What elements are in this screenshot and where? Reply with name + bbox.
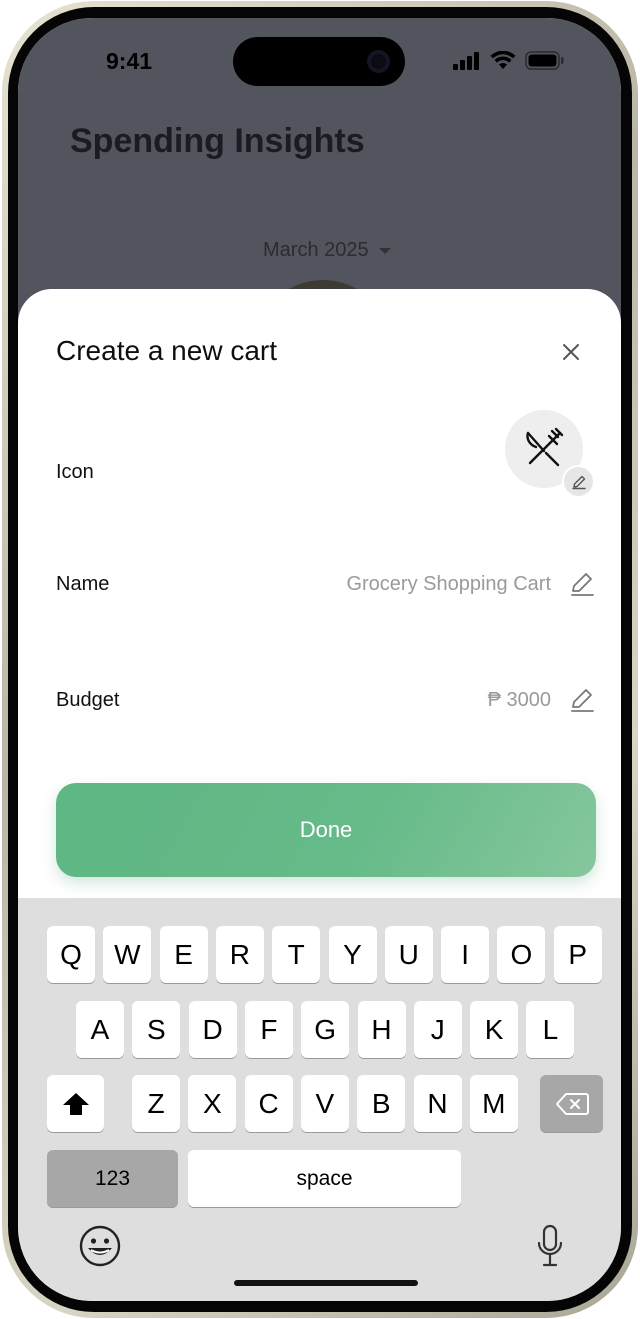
numbers-key[interactable]: 123 xyxy=(47,1150,178,1207)
close-icon xyxy=(563,344,579,360)
key-j[interactable]: J xyxy=(413,1001,462,1058)
shift-key[interactable] xyxy=(47,1075,104,1132)
backspace-key[interactable] xyxy=(540,1075,603,1132)
key-a[interactable]: A xyxy=(76,1001,124,1058)
key-o[interactable]: O xyxy=(497,926,546,983)
status-icons xyxy=(453,51,565,70)
pencil-icon xyxy=(571,475,586,489)
signal-icon xyxy=(453,51,479,70)
key-g[interactable]: G xyxy=(301,1001,350,1058)
budget-value[interactable]: ₱ 3000 xyxy=(488,689,551,712)
battery-icon xyxy=(525,51,564,70)
pencil-icon xyxy=(571,689,594,712)
key-r[interactable]: R xyxy=(215,926,264,983)
backspace-icon xyxy=(555,1092,589,1115)
key-e[interactable]: E xyxy=(159,926,208,983)
done-button[interactable]: Done xyxy=(56,783,596,877)
key-l[interactable]: L xyxy=(526,1001,575,1058)
microphone-icon[interactable] xyxy=(536,1224,564,1268)
fork-knife-icon xyxy=(526,427,564,467)
key-m[interactable]: M xyxy=(469,1075,518,1132)
chevron-down-icon xyxy=(378,247,391,254)
key-b[interactable]: B xyxy=(357,1075,406,1132)
key-n[interactable]: N xyxy=(413,1075,462,1132)
key-c[interactable]: C xyxy=(244,1075,293,1132)
screen: 9:41 Spending Insights March 2025 Create… xyxy=(18,18,621,1301)
camera-icon xyxy=(367,50,390,73)
key-d[interactable]: D xyxy=(188,1001,237,1058)
key-q[interactable]: Q xyxy=(47,926,95,983)
create-cart-sheet: Create a new cart Icon Name Grocery Shop… xyxy=(18,289,621,901)
emoji-icon[interactable] xyxy=(78,1224,122,1268)
key-z[interactable]: Z xyxy=(132,1075,180,1132)
budget-edit-button[interactable] xyxy=(568,686,596,714)
key-w[interactable]: W xyxy=(103,926,152,983)
key-v[interactable]: V xyxy=(300,1075,349,1132)
key-p[interactable]: P xyxy=(553,926,602,983)
dynamic-island xyxy=(233,37,405,86)
key-s[interactable]: S xyxy=(132,1001,181,1058)
key-i[interactable]: I xyxy=(441,926,490,983)
background-month-selector: March 2025 xyxy=(263,239,391,262)
shift-icon xyxy=(62,1092,89,1115)
name-label: Name xyxy=(56,573,110,595)
key-y[interactable]: Y xyxy=(328,926,377,983)
icon-edit-button[interactable] xyxy=(562,465,595,498)
space-key[interactable]: space xyxy=(188,1150,461,1207)
name-value[interactable]: Grocery Shopping Cart xyxy=(346,573,551,596)
status-time: 9:41 xyxy=(106,48,153,74)
key-f[interactable]: F xyxy=(244,1001,293,1058)
key-x[interactable]: X xyxy=(188,1075,237,1132)
key-k[interactable]: K xyxy=(470,1001,519,1058)
background-page-title: Spending Insights xyxy=(70,122,365,160)
month-label: March 2025 xyxy=(263,239,369,261)
sheet-title: Create a new cart xyxy=(56,335,277,366)
budget-label: Budget xyxy=(56,689,120,711)
wifi-icon xyxy=(490,51,516,69)
icon-label: Icon xyxy=(56,461,94,483)
name-edit-button[interactable] xyxy=(568,570,596,598)
home-indicator[interactable] xyxy=(234,1280,418,1286)
key-h[interactable]: H xyxy=(357,1001,406,1058)
key-t[interactable]: T xyxy=(272,926,321,983)
key-u[interactable]: U xyxy=(384,926,433,983)
close-button[interactable] xyxy=(556,337,586,367)
pencil-icon xyxy=(571,573,594,596)
